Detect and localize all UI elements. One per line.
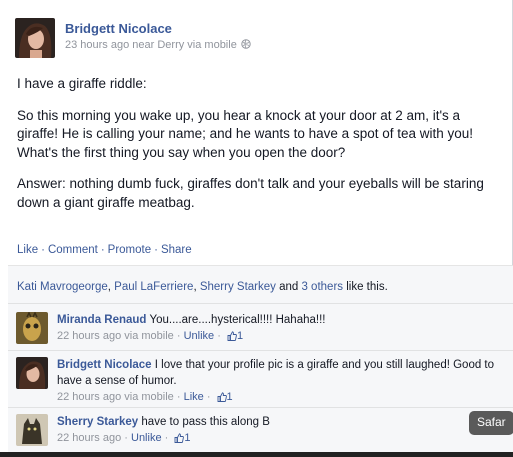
liker-name[interactable]: Paul LaFerriere <box>114 281 193 293</box>
post-paragraph: Answer: nothing dumb fuck, giraffes don'… <box>17 176 484 210</box>
comment-item: Bridgett Nicolace I love that your profi… <box>16 357 506 407</box>
liker-name[interactable]: Sherry Starkey <box>200 281 276 293</box>
author-name[interactable]: Bridgett Nicolace <box>65 21 172 36</box>
comment-meta: 22 hours ago via mobile · Like · 1 <box>57 389 497 407</box>
comment-content: Bridgett Nicolace I love that your profi… <box>57 357 497 407</box>
comment-text: You....are....hysterical!!!! Hahaha!!! <box>149 314 326 326</box>
separator: · <box>154 244 158 256</box>
comment-time[interactable]: 22 hours ago <box>57 432 121 444</box>
comment-item: Miranda Renaud You....are....hysterical!… <box>16 312 506 346</box>
comment-text: have to pass this along B <box>141 416 270 428</box>
likes-summary: Kati Mavrogeorge, Paul LaFerriere, Sherr… <box>17 281 388 293</box>
likes-and: and <box>275 281 302 293</box>
comment-content: Miranda Renaud You....are....hysterical!… <box>57 312 497 346</box>
commenter-name[interactable]: Miranda Renaud <box>57 314 146 326</box>
comment-like-link[interactable]: Like <box>184 391 204 403</box>
post-body: I have a giraffe riddle: So this morning… <box>17 75 502 225</box>
dock-tooltip: Safar <box>469 411 513 435</box>
post-meta: 23 hours ago near Derry via mobile <box>65 39 251 52</box>
divider <box>8 407 513 408</box>
author-avatar[interactable] <box>15 18 55 58</box>
share-link[interactable]: Share <box>161 244 192 256</box>
commenter-name[interactable]: Sherry Starkey <box>57 416 138 428</box>
promote-link[interactable]: Promote <box>108 244 151 256</box>
post-paragraph: I have a giraffe riddle: <box>17 76 147 91</box>
comment-meta: 22 hours ago via mobile · Unlike · 1 <box>57 328 497 346</box>
post-timestamp[interactable]: 23 hours ago near Derry via mobile <box>65 39 237 51</box>
like-link[interactable]: Like <box>17 244 38 256</box>
separator: · <box>100 244 105 256</box>
post-actions: Like · Comment · Promote · Share <box>17 244 192 256</box>
separator: · <box>41 244 45 256</box>
comment-unlike-link[interactable]: Unlike <box>184 330 215 342</box>
feedback-section: Kati Mavrogeorge, Paul LaFerriere, Sherr… <box>8 265 513 457</box>
thumbs-up-icon[interactable] <box>227 330 237 346</box>
globe-icon[interactable] <box>241 39 251 52</box>
comment-like-count[interactable]: 1 <box>184 432 190 444</box>
comment-like-count[interactable]: 1 <box>227 391 233 403</box>
commenter-avatar[interactable] <box>16 357 48 389</box>
likes-suffix: like this. <box>343 281 388 293</box>
comment-meta: 22 hours ago · Unlike · 1 <box>57 430 497 448</box>
comment-link[interactable]: Comment <box>48 244 98 256</box>
comment-item: Sherry Starkey have to pass this along B… <box>16 414 506 448</box>
commenter-name[interactable]: Bridgett Nicolace <box>57 359 152 371</box>
post-card: Bridgett Nicolace 23 hours ago near Derr… <box>0 0 513 457</box>
comment-content: Sherry Starkey have to pass this along B… <box>57 414 497 448</box>
commenter-avatar[interactable] <box>16 312 48 344</box>
commenter-avatar[interactable] <box>16 414 48 446</box>
comment-unlike-link[interactable]: Unlike <box>131 432 162 444</box>
liker-name[interactable]: Kati Mavrogeorge <box>17 281 108 293</box>
thumbs-up-icon[interactable] <box>217 391 227 407</box>
comment-like-count[interactable]: 1 <box>237 330 243 342</box>
others-link[interactable]: 3 others <box>301 281 343 293</box>
divider <box>8 303 513 304</box>
comment-time[interactable]: 22 hours ago via mobile <box>57 391 174 403</box>
dock-bar <box>0 452 513 457</box>
divider <box>8 350 513 351</box>
thumbs-up-icon[interactable] <box>174 432 185 448</box>
comment-time[interactable]: 22 hours ago via mobile <box>57 330 174 342</box>
post-paragraph: So this morning you wake up, you hear a … <box>17 107 474 160</box>
